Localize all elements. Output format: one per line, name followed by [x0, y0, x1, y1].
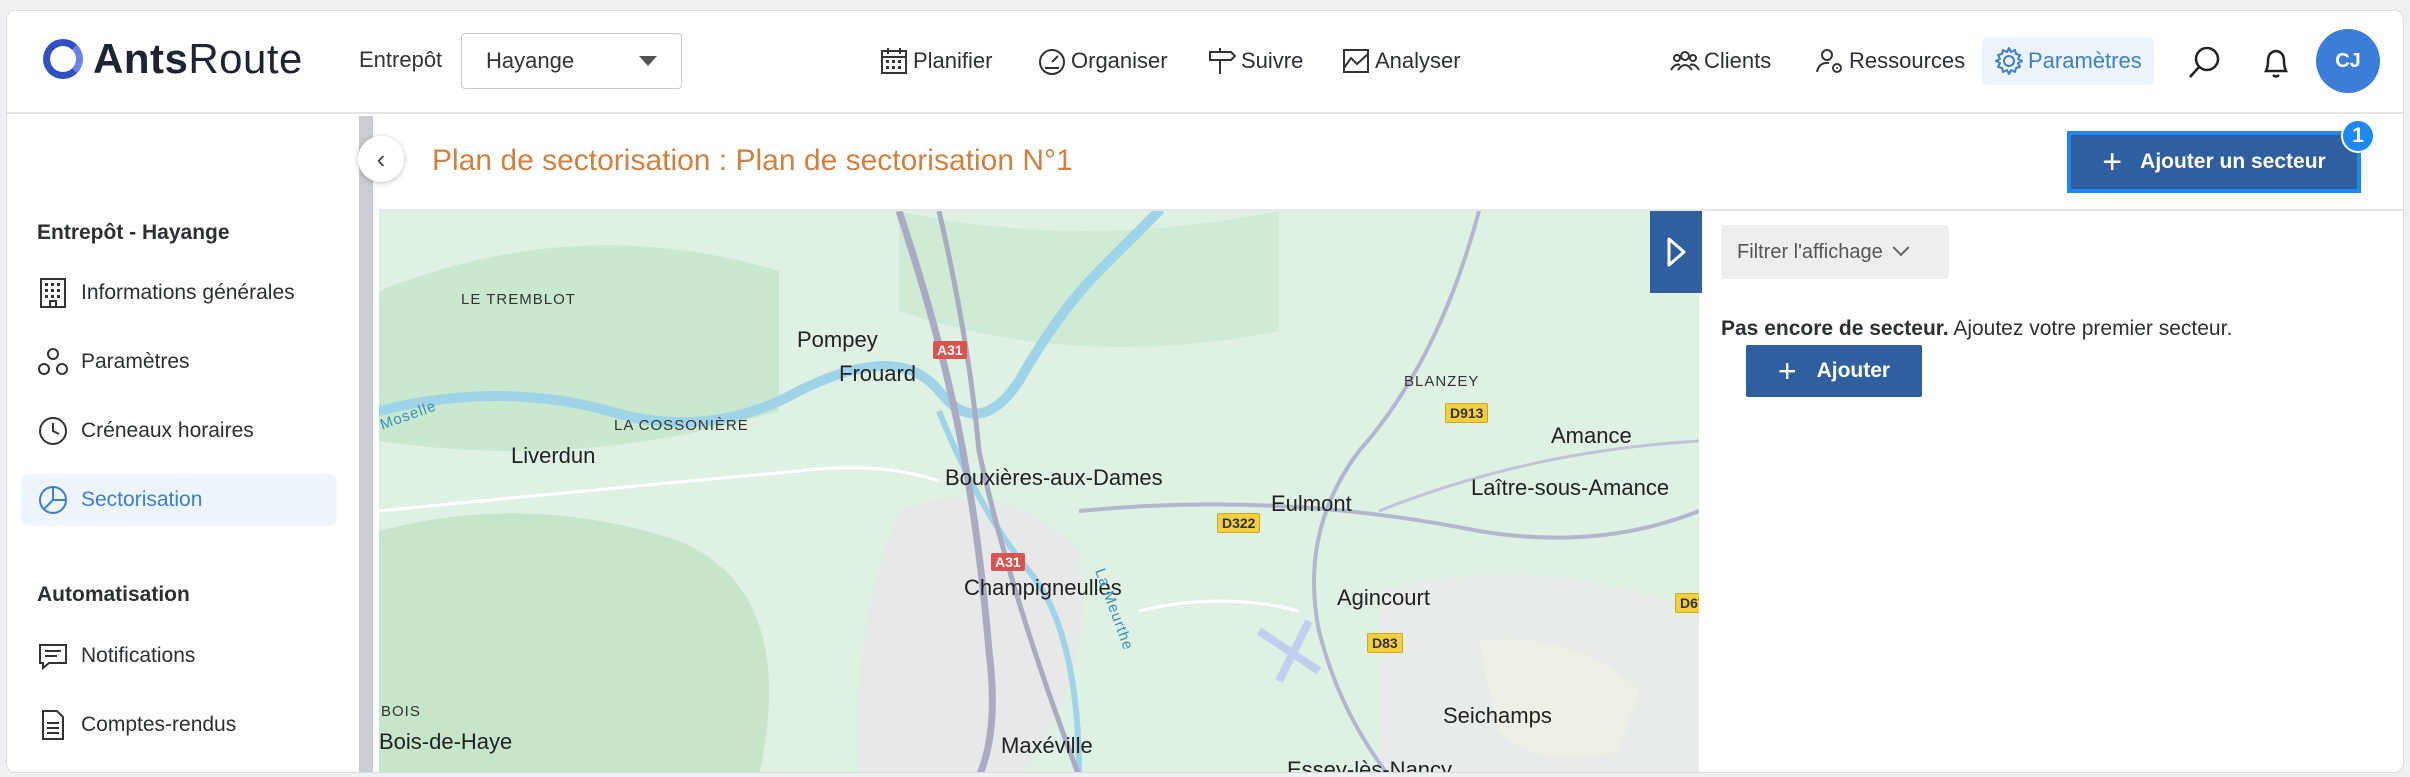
- sidebar-scrollbar[interactable]: [359, 116, 373, 772]
- map-label: Bois-de-Haye: [379, 729, 513, 754]
- document-icon: [42, 710, 64, 740]
- nav-clients[interactable]: Clients: [1670, 37, 1771, 85]
- nav-analyze[interactable]: Analyser: [1341, 37, 1461, 85]
- add-button-label: Ajouter: [1816, 359, 1891, 382]
- map-label: BLANZEY: [1404, 373, 1480, 390]
- filter-display-label: Filtrer l'affichage: [1737, 240, 1883, 263]
- pie-chart-icon: [39, 486, 67, 514]
- sidebar-item-parameters[interactable]: Paramètres: [21, 336, 337, 388]
- nav-organize-label: Organiser: [1071, 48, 1168, 73]
- top-header: AntsRoute Entrepôt Hayange Planifier Org…: [7, 11, 2403, 114]
- plus-icon: +: [1777, 353, 1797, 389]
- toggle-panel-button[interactable]: [1650, 211, 1702, 293]
- add-sector-button[interactable]: + Ajouter un secteur: [2067, 131, 2361, 193]
- user-avatar[interactable]: CJ: [2316, 29, 2380, 93]
- antsroute-logo[interactable]: AntsRoute: [43, 35, 303, 82]
- collapse-sidebar-button[interactable]: ‹: [358, 136, 404, 182]
- map-label: LA COSSONIÈRE: [614, 417, 749, 434]
- bell-icon[interactable]: [2258, 45, 2294, 81]
- sidebar-section-warehouse: Entrepôt - Hayange: [37, 221, 230, 244]
- sidebar-item-label: Comptes-rendus: [81, 713, 237, 736]
- map-label: Bouxières-aux-Dames: [945, 465, 1163, 490]
- sidebar-item-sectorisation[interactable]: Sectorisation: [21, 474, 337, 526]
- chevron-down-icon: [1892, 239, 1910, 257]
- users-icon: [1670, 51, 1700, 71]
- step-badge: 1: [2341, 119, 2375, 153]
- settings-nodes-icon: [38, 348, 68, 375]
- map-label: Essey-lès-Nancy: [1287, 757, 1453, 773]
- gauge-icon: [1039, 49, 1065, 75]
- map-label: Agincourt: [1337, 585, 1430, 610]
- road-shield: D322: [1217, 513, 1261, 533]
- empty-sectors-bold: Pas encore de secteur.: [1721, 317, 1949, 340]
- map-label: Pompey: [797, 327, 878, 352]
- add-button[interactable]: + Ajouter: [1746, 345, 1922, 397]
- empty-sectors-text: Ajoutez votre premier secteur.: [1948, 317, 2233, 340]
- play-triangle-icon: [1667, 237, 1686, 267]
- nav-clients-label: Clients: [1704, 48, 1772, 73]
- calendar-icon: [881, 48, 907, 74]
- filter-display-dropdown[interactable]: Filtrer l'affichage: [1721, 225, 1949, 279]
- sidebar-item-notifications[interactable]: Notifications: [21, 630, 337, 682]
- map-label: Laître-sous-Amance: [1471, 475, 1670, 500]
- nav-plan-label: Planifier: [913, 48, 993, 73]
- sidebar-item-time-slots[interactable]: Créneaux horaires: [21, 405, 337, 457]
- message-icon: [39, 644, 67, 671]
- sidebar-item-label: Paramètres: [81, 350, 190, 373]
- logo-mark-icon: [43, 39, 83, 79]
- settings-sidebar: Entrepôt - Hayange Informations générale…: [7, 116, 357, 772]
- nav-track-label: Suivre: [1241, 48, 1304, 73]
- empty-sectors-message: Pas encore de secteur. Ajoutez votre pre…: [1721, 317, 2232, 341]
- nav-plan[interactable]: Planifier: [879, 37, 992, 85]
- map-label: Maxéville: [1001, 733, 1093, 758]
- map-label: BOIS: [381, 703, 421, 720]
- nav-resources[interactable]: Ressources: [1815, 37, 1965, 85]
- chart-line-icon: [1343, 49, 1369, 73]
- page-title: Plan de sectorisation : Plan de sectoris…: [432, 144, 1073, 177]
- nav-resources-label: Ressources: [1849, 48, 1966, 73]
- nav-track[interactable]: Suivre: [1207, 37, 1303, 85]
- map-label: LE TREMBLOT: [461, 291, 576, 308]
- road-shield: D913: [1445, 403, 1489, 423]
- gear-icon: [1995, 47, 2023, 75]
- map-label: Eulmont: [1271, 491, 1352, 516]
- clock-icon: [39, 417, 67, 445]
- user-gear-icon: [1816, 49, 1842, 73]
- sidebar-item-label: Informations générales: [81, 281, 295, 304]
- sidebar-section-automation: Automatisation: [37, 583, 190, 606]
- caret-down-icon: [639, 56, 657, 66]
- road-shield: A31: [933, 341, 967, 359]
- map-label: Liverdun: [511, 443, 596, 468]
- road-shield: A31: [991, 553, 1025, 571]
- nav-organize[interactable]: Organiser: [1037, 37, 1168, 85]
- plus-icon: +: [2102, 143, 2123, 181]
- signpost-icon: [1209, 48, 1237, 74]
- building-icon: [40, 278, 66, 308]
- sector-map[interactable]: LE TREMBLOT Pompey Frouard LA COSSONIÈRE…: [379, 211, 1699, 773]
- nav-analyze-label: Analyser: [1375, 48, 1461, 73]
- logo-text-bold: Ants: [93, 35, 189, 82]
- nav-settings-label: Paramètres: [2028, 48, 2142, 73]
- logo-text-light: Route: [188, 35, 303, 82]
- sidebar-item-label: Sectorisation: [81, 488, 203, 511]
- nav-settings[interactable]: Paramètres: [1982, 37, 2154, 85]
- app-frame: AntsRoute Entrepôt Hayange Planifier Org…: [6, 10, 2404, 773]
- map-label: Seichamps: [1443, 703, 1552, 728]
- sidebar-item-general-info[interactable]: Informations générales: [21, 267, 337, 319]
- road-shield: D83: [1367, 633, 1403, 653]
- warehouse-select-value: Hayange: [486, 48, 575, 73]
- sidebar-item-reports[interactable]: Comptes-rendus: [21, 699, 337, 751]
- warehouse-select[interactable]: Hayange: [461, 33, 682, 89]
- sidebar-item-label: Notifications: [81, 644, 196, 667]
- sidebar-item-label: Créneaux horaires: [81, 419, 254, 442]
- road-shield: D67: [1675, 593, 1699, 613]
- warehouse-label: Entrepôt: [359, 47, 443, 72]
- chevron-left-icon: ‹: [376, 143, 386, 174]
- search-icon[interactable]: [2187, 45, 2223, 81]
- add-sector-button-label: Ajouter un secteur: [2140, 150, 2326, 173]
- map-label: Frouard: [839, 361, 917, 386]
- map-label: Amance: [1551, 423, 1632, 448]
